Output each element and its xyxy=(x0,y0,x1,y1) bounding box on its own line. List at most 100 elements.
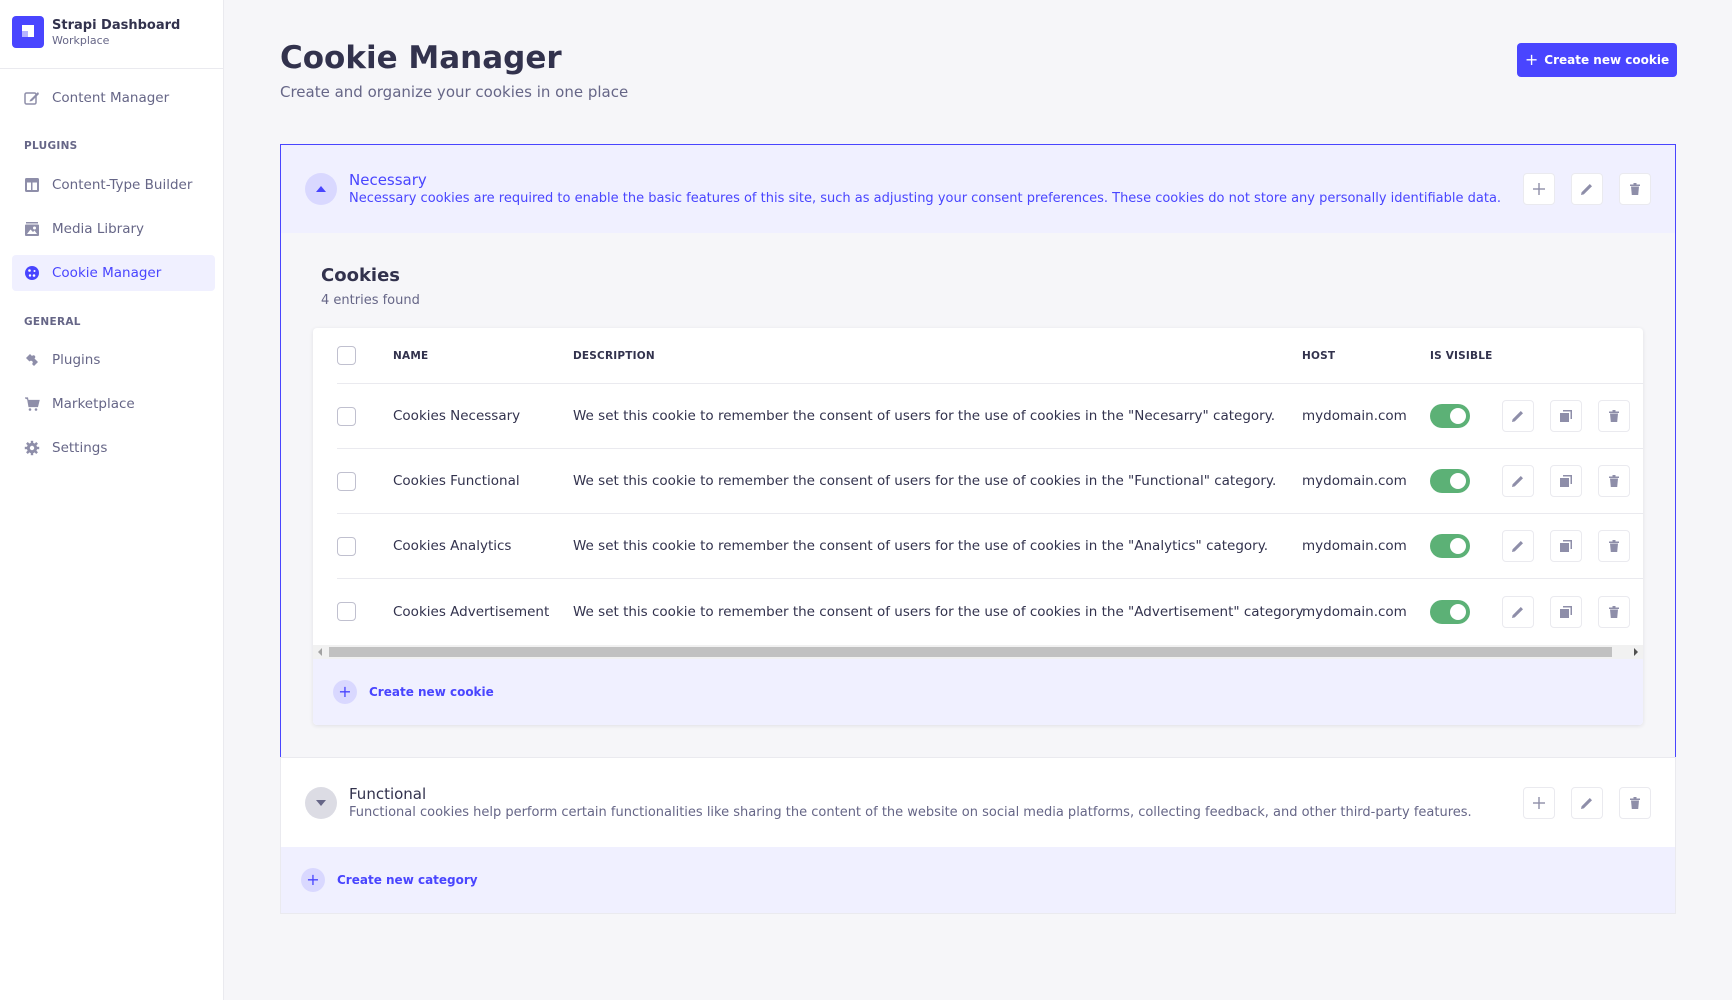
cookie-description: We set this cookie to remember the conse… xyxy=(573,473,1277,489)
cookie-description: We set this cookie to remember the conse… xyxy=(573,538,1269,554)
cookie-host: mydomain.com xyxy=(1302,473,1407,489)
sidebar-item-label: Media Library xyxy=(52,221,145,237)
row-checkbox[interactable] xyxy=(337,536,356,556)
column-header-host[interactable]: HOST xyxy=(1302,328,1335,383)
delete-category-button[interactable] xyxy=(1619,173,1651,205)
table-row: Cookies Necessary We set this cookie to … xyxy=(337,384,1643,449)
category-description: Functional cookies help perform certain … xyxy=(349,805,1472,820)
duplicate-cookie-button[interactable] xyxy=(1550,530,1582,562)
sidebar-item-label: Cookie Manager xyxy=(52,265,162,281)
brand-title: Strapi Dashboard xyxy=(52,17,181,33)
accordion-header[interactable]: Necessary Necessary cookies are required… xyxy=(281,145,1675,233)
pen-icon xyxy=(24,90,40,106)
create-new-cookie-label: Create new cookie xyxy=(1544,53,1670,67)
brand[interactable]: Strapi Dashboard Workplace xyxy=(12,16,180,48)
add-cookie-button[interactable] xyxy=(1523,787,1555,819)
cookie-name: Cookies Analytics xyxy=(393,538,512,554)
strapi-logo-icon xyxy=(12,16,44,48)
plus-icon: + xyxy=(301,868,325,892)
cookie-name: Cookies Functional xyxy=(393,473,520,489)
delete-cookie-button[interactable] xyxy=(1598,530,1630,562)
entries-count: 4 entries found xyxy=(321,293,420,308)
trash-icon xyxy=(1609,410,1619,422)
table-row: Cookies Advertisement We set this cookie… xyxy=(337,579,1643,644)
visibility-toggle[interactable] xyxy=(1430,599,1470,624)
pencil-icon xyxy=(1512,411,1523,422)
sidebar-item-settings[interactable]: Settings xyxy=(12,430,215,466)
edit-category-button[interactable] xyxy=(1571,173,1603,205)
category-title: Functional xyxy=(349,785,427,803)
edit-cookie-button[interactable] xyxy=(1502,595,1534,628)
sidebar-item-label: Plugins xyxy=(52,352,101,368)
category-description: Necessary cookies are required to enable… xyxy=(349,191,1502,206)
sidebar-item-media-library[interactable]: Media Library xyxy=(12,211,215,247)
visibility-toggle[interactable] xyxy=(1430,404,1470,428)
create-new-cookie-link-label: Create new cookie xyxy=(369,685,494,699)
table-row: Cookies Functional We set this cookie to… xyxy=(337,449,1643,514)
pencil-icon xyxy=(1512,476,1523,487)
scroll-right-arrow-icon[interactable] xyxy=(1634,648,1638,656)
add-cookie-button[interactable] xyxy=(1523,173,1555,205)
duplicate-cookie-button[interactable] xyxy=(1550,465,1582,497)
pencil-icon xyxy=(1512,541,1523,552)
horizontal-scrollbar[interactable] xyxy=(313,645,1643,659)
edit-cookie-button[interactable] xyxy=(1502,400,1534,432)
row-checkbox[interactable] xyxy=(337,471,356,491)
sidebar-item-marketplace[interactable]: Marketplace xyxy=(12,386,215,422)
sidebar-item-label: Marketplace xyxy=(52,396,135,412)
delete-category-button[interactable] xyxy=(1619,787,1651,819)
column-header-name[interactable]: NAME xyxy=(393,328,428,383)
expand-toggle[interactable] xyxy=(305,787,337,819)
cart-icon xyxy=(24,396,40,412)
duplicate-cookie-button[interactable] xyxy=(1550,595,1582,628)
brand-subtitle: Workplace xyxy=(52,33,110,47)
visibility-toggle[interactable] xyxy=(1430,534,1470,558)
column-header-description[interactable]: DESCRIPTION xyxy=(573,328,655,383)
delete-cookie-button[interactable] xyxy=(1598,400,1630,432)
sidebar-item-label: Settings xyxy=(52,440,108,456)
sidebar-item-plugins[interactable]: Plugins xyxy=(12,342,215,378)
row-checkbox[interactable] xyxy=(337,406,356,426)
gear-icon xyxy=(24,440,40,456)
layout-icon xyxy=(24,177,40,193)
create-new-cookie-button[interactable]: + Create new cookie xyxy=(1517,43,1677,77)
select-all-checkbox[interactable] xyxy=(337,346,356,365)
delete-cookie-button[interactable] xyxy=(1598,595,1630,628)
delete-cookie-button[interactable] xyxy=(1598,465,1630,497)
trash-icon xyxy=(1609,605,1619,618)
row-checkbox[interactable] xyxy=(337,602,356,621)
cookie-host: mydomain.com xyxy=(1302,603,1407,620)
plus-icon: + xyxy=(333,680,357,704)
pencil-icon xyxy=(1581,184,1592,195)
scrollbar-thumb[interactable] xyxy=(329,647,1612,657)
category-accordion-functional: Functional Functional cookies help perfo… xyxy=(280,757,1676,848)
edit-category-button[interactable] xyxy=(1571,787,1603,819)
puzzle-icon xyxy=(24,352,40,368)
sidebar-item-content-manager[interactable]: Content Manager xyxy=(12,80,215,116)
scroll-left-arrow-icon[interactable] xyxy=(318,648,322,656)
edit-cookie-button[interactable] xyxy=(1502,465,1534,497)
column-header-is-visible[interactable]: IS VISIBLE xyxy=(1430,328,1493,383)
cookie-host: mydomain.com xyxy=(1302,408,1407,424)
section-label-general: GENERAL xyxy=(24,316,81,328)
duplicate-cookie-button[interactable] xyxy=(1550,400,1582,432)
sidebar-item-cookie-manager[interactable]: Cookie Manager xyxy=(12,255,215,291)
duplicate-icon xyxy=(1560,475,1572,487)
sidebar-item-label: Content-Type Builder xyxy=(52,177,193,193)
pencil-icon xyxy=(1512,606,1523,618)
create-category-bar: + Create new category xyxy=(280,847,1676,914)
chevron-down-icon xyxy=(316,800,326,806)
sidebar-item-content-type-builder[interactable]: Content-Type Builder xyxy=(12,167,215,203)
trash-icon xyxy=(1630,797,1640,809)
category-accordion-necessary: Necessary Necessary cookies are required… xyxy=(280,144,1676,758)
visibility-toggle[interactable] xyxy=(1430,469,1470,493)
collapse-toggle[interactable] xyxy=(305,173,337,205)
duplicate-icon xyxy=(1560,410,1572,422)
chevron-up-icon xyxy=(316,186,326,192)
accordion-header[interactable]: Functional Functional cookies help perfo… xyxy=(281,758,1675,848)
section-label-plugins: PLUGINS xyxy=(24,140,78,152)
table-footer: + Create new cookie xyxy=(313,659,1643,725)
create-new-category-link[interactable]: + Create new category xyxy=(301,868,478,892)
create-new-cookie-link[interactable]: + Create new cookie xyxy=(333,680,494,704)
edit-cookie-button[interactable] xyxy=(1502,530,1534,562)
